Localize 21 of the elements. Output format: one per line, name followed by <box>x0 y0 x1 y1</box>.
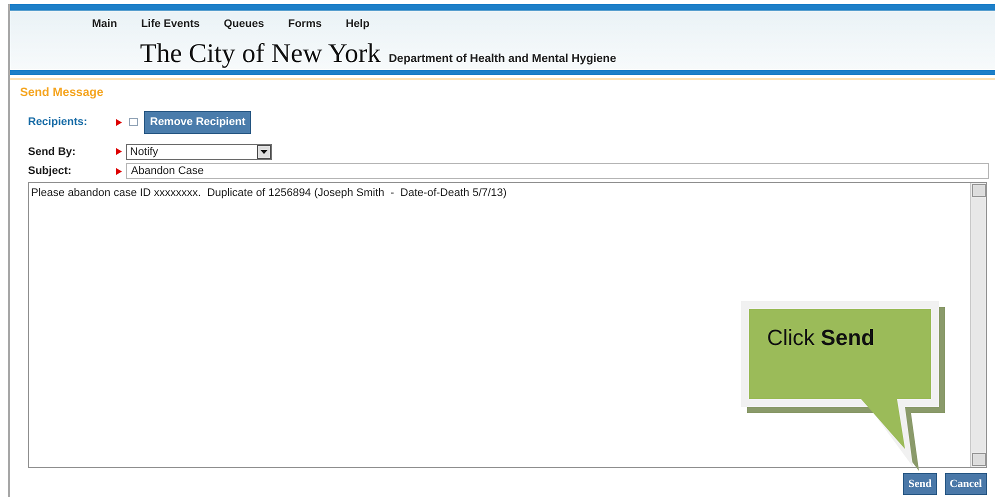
menu-item[interactable]: Queues <box>224 16 264 32</box>
site-title: The City of New York <box>140 36 381 70</box>
send-button[interactable]: Send <box>903 472 937 495</box>
field-label: Recipients: <box>28 115 88 130</box>
scrollbar[interactable] <box>970 182 986 466</box>
callout-text: Click Send <box>767 324 875 352</box>
field-label: Subject: <box>28 164 72 179</box>
cancel-button[interactable]: Cancel <box>944 472 987 495</box>
department-name: Department of Health and Mental Hygiene <box>388 52 616 66</box>
field-label: Send By: <box>28 144 77 160</box>
send-by-dropdown[interactable]: Notify <box>126 144 272 160</box>
scroll-up-icon[interactable] <box>972 184 986 196</box>
menu-item[interactable]: Help <box>346 16 370 32</box>
section-title: Send Message <box>20 85 104 99</box>
remove-recipient-button[interactable]: Remove Recipient <box>144 111 252 134</box>
checkbox[interactable] <box>129 118 138 126</box>
scroll-down-icon[interactable] <box>972 452 986 466</box>
menu-item[interactable]: Main <box>92 16 118 32</box>
menu-item[interactable]: Forms <box>288 16 322 32</box>
subject-field[interactable]: Abandon Case <box>126 163 989 180</box>
menu-item[interactable]: Life Events <box>141 16 200 32</box>
